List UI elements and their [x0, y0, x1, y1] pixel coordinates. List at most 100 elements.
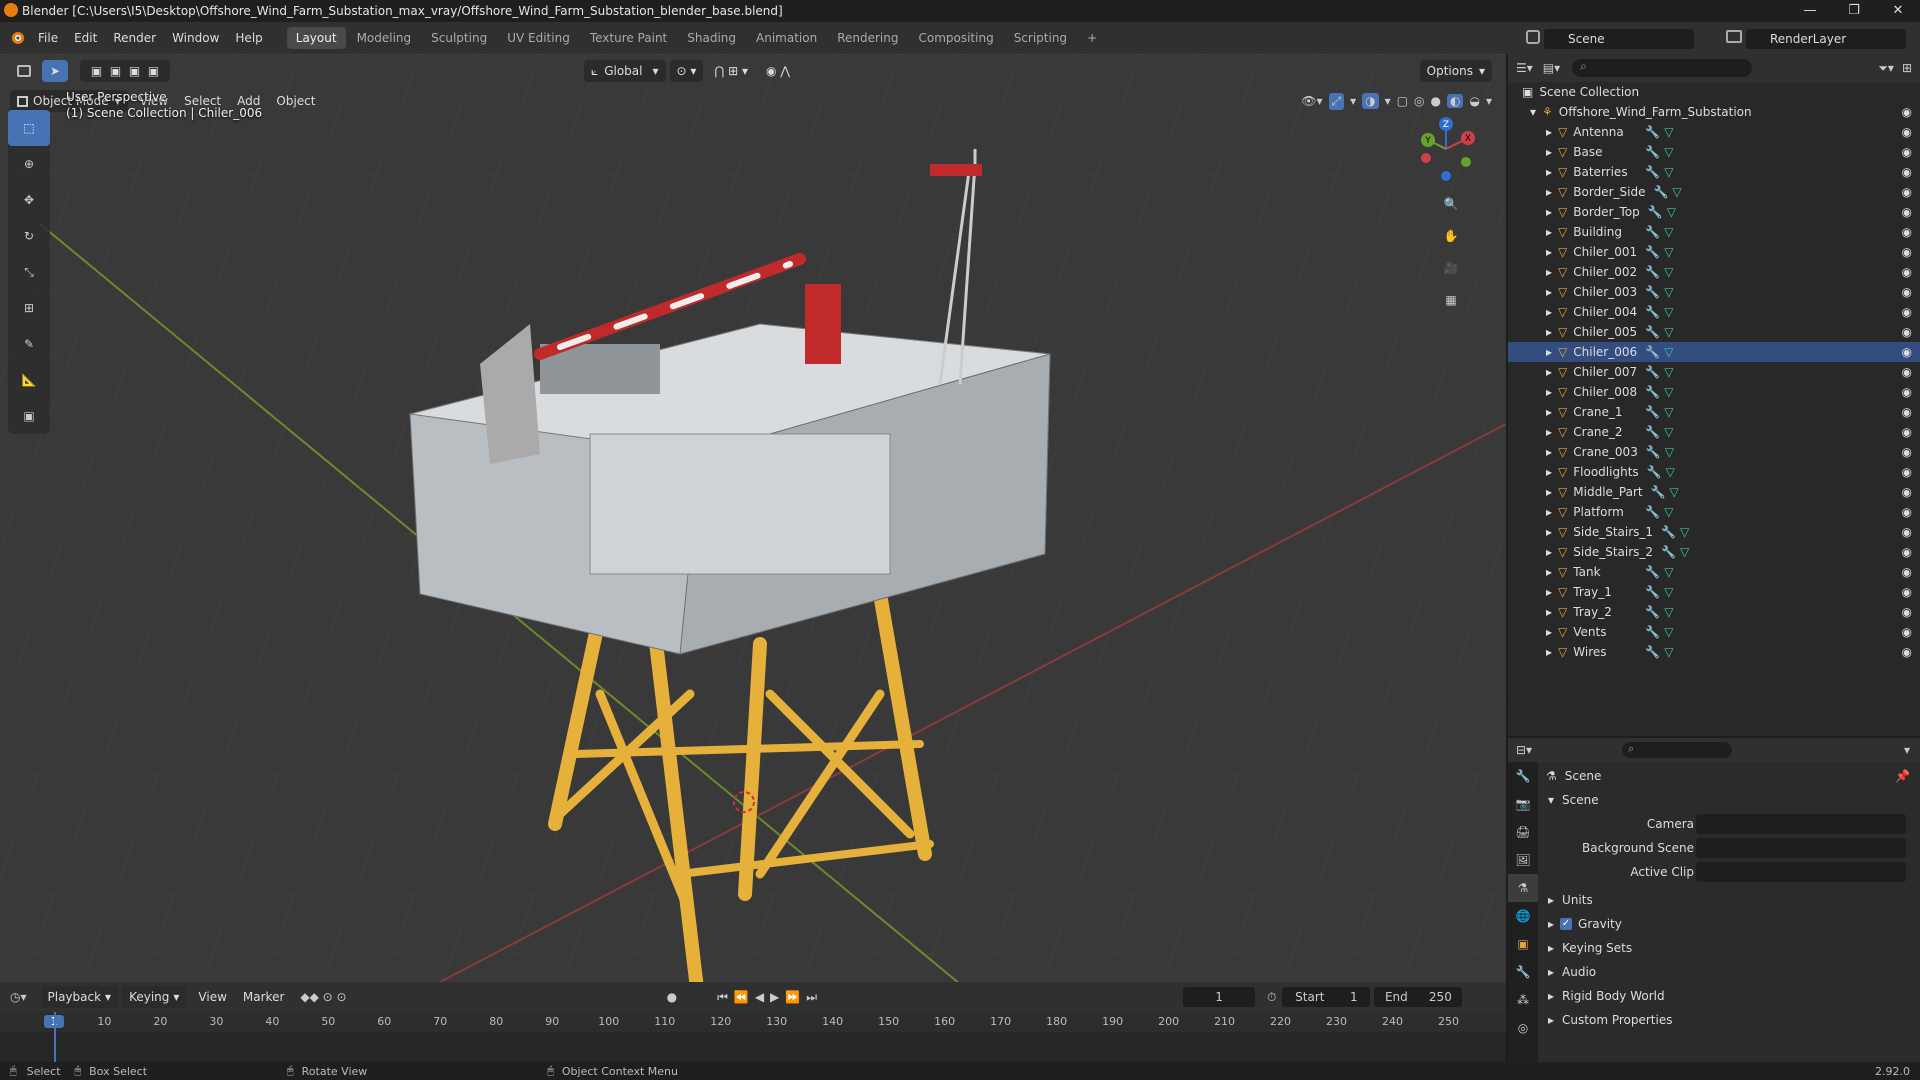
outliner-item[interactable]: ▸ ▽ Border_Top 🔧 ▽ ◉ — [1508, 202, 1920, 222]
rendered-shading-icon[interactable]: ◒ — [1469, 94, 1479, 108]
transform-orientation-dropdown[interactable]: ⟀ Global ▾ — [584, 60, 666, 82]
pin-icon[interactable]: 📌 — [1895, 769, 1910, 783]
select-invert-icon[interactable]: ▣ — [148, 64, 159, 78]
tab-view-layer[interactable]: 🖼 — [1508, 846, 1538, 874]
scene-selector[interactable]: Scene — [1526, 26, 1700, 49]
modifier-wrench-icon[interactable]: 🔧 — [1661, 545, 1676, 559]
annotate-tool[interactable]: ✎ — [8, 326, 50, 362]
minimize-button[interactable]: — — [1788, 0, 1832, 22]
expand-arrow-icon[interactable]: ▸ — [1546, 605, 1552, 619]
eye-icon[interactable]: ◉ — [1902, 225, 1912, 239]
menu-edit[interactable]: Edit — [66, 22, 105, 54]
select-box-tool[interactable]: ⬚ — [8, 110, 50, 146]
tab-output[interactable]: 🖨 — [1508, 818, 1538, 846]
eye-icon[interactable]: ◉ — [1902, 405, 1912, 419]
outliner-item[interactable]: ▸ ▽ Vents 🔧 ▽ ◉ — [1508, 622, 1920, 642]
outliner-item[interactable]: ▸ ▽ Border_Side 🔧 ▽ ◉ — [1508, 182, 1920, 202]
mesh-data-icon[interactable]: ▽ — [1664, 165, 1673, 179]
modifier-wrench-icon[interactable]: 🔧 — [1645, 125, 1660, 139]
expand-arrow-icon[interactable]: ▸ — [1546, 425, 1552, 439]
tab-scripting[interactable]: Scripting — [1005, 27, 1076, 49]
expand-arrow-icon[interactable]: ▸ — [1546, 565, 1552, 579]
mesh-data-icon[interactable]: ▽ — [1666, 465, 1675, 479]
tab-uv-editing[interactable]: UV Editing — [498, 27, 579, 49]
editor-type-button[interactable] — [10, 60, 38, 82]
outliner-item[interactable]: ▸ ▽ Baterries 🔧 ▽ ◉ — [1508, 162, 1920, 182]
record-button[interactable]: ● — [667, 990, 677, 1004]
mesh-data-icon[interactable]: ▽ — [1664, 225, 1673, 239]
modifier-wrench-icon[interactable]: 🔧 — [1645, 245, 1660, 259]
xray-toggle-icon[interactable]: ▢ — [1397, 94, 1408, 108]
tab-shading[interactable]: Shading — [678, 27, 745, 49]
eye-icon[interactable]: ◉ — [1902, 585, 1912, 599]
menu-help[interactable]: Help — [227, 22, 270, 54]
tab-animation[interactable]: Animation — [747, 27, 826, 49]
modifier-wrench-icon[interactable]: 🔧 — [1647, 465, 1662, 479]
eye-icon[interactable]: ◉ — [1902, 505, 1912, 519]
zoom-view-button[interactable]: 🔍 — [1436, 189, 1466, 219]
outliner-item[interactable]: ▸ ▽ Chiler_008 🔧 ▽ ◉ — [1508, 382, 1920, 402]
tab-render[interactable]: 📷 — [1508, 790, 1538, 818]
expand-arrow-icon[interactable]: ▸ — [1546, 225, 1552, 239]
playback-controls[interactable]: ⏮⏪◀▶⏩⏭ — [717, 990, 823, 1005]
camera-view-button[interactable]: 🎥 — [1436, 253, 1466, 283]
camera-field[interactable] — [1696, 814, 1906, 834]
modifier-wrench-icon[interactable]: 🔧 — [1645, 365, 1660, 379]
mesh-data-icon[interactable]: ▽ — [1672, 185, 1681, 199]
clock-icon[interactable]: ⏱ — [1267, 990, 1276, 1005]
timeline-track-area[interactable] — [0, 1032, 1506, 1062]
eye-icon[interactable]: ◉ — [1902, 565, 1912, 579]
outliner-item[interactable]: ▸ ▽ Side_Stairs_1 🔧 ▽ ◉ — [1508, 522, 1920, 542]
overlay-dropdown-icon[interactable]: ▾ — [1385, 94, 1391, 108]
menu-file[interactable]: File — [30, 22, 66, 54]
expand-arrow-icon[interactable]: ▸ — [1546, 485, 1552, 499]
tab-tool[interactable]: 🔧 — [1508, 762, 1538, 790]
modifier-wrench-icon[interactable]: 🔧 — [1645, 305, 1660, 319]
outliner-item[interactable]: ▸ ▽ Chiler_001 🔧 ▽ ◉ — [1508, 242, 1920, 262]
modifier-wrench-icon[interactable]: 🔧 — [1645, 505, 1660, 519]
mesh-data-icon[interactable]: ▽ — [1665, 445, 1674, 459]
tab-modifiers[interactable]: 🔧 — [1508, 958, 1538, 986]
subpanel-gravity[interactable]: ▸ ✓ Gravity — [1538, 912, 1920, 936]
tab-particles[interactable]: ⁂ — [1508, 986, 1538, 1014]
mesh-data-icon[interactable]: ▽ — [1664, 145, 1673, 159]
pan-view-button[interactable]: ✋ — [1436, 221, 1466, 251]
eye-icon[interactable]: ◉ — [1902, 625, 1912, 639]
expand-arrow-icon[interactable]: ▸ — [1546, 365, 1552, 379]
mesh-data-icon[interactable]: ▽ — [1680, 545, 1689, 559]
gizmo-toggle-icon[interactable]: ⤢ — [1328, 92, 1345, 110]
modifier-wrench-icon[interactable]: 🔧 — [1645, 165, 1660, 179]
modifier-wrench-icon[interactable]: 🔧 — [1645, 285, 1660, 299]
expand-arrow-icon[interactable]: ▸ — [1546, 145, 1552, 159]
mesh-data-icon[interactable]: ▽ — [1664, 405, 1673, 419]
outliner-item[interactable]: ▸ ▽ Middle_Part 🔧 ▽ ◉ — [1508, 482, 1920, 502]
modifier-wrench-icon[interactable]: 🔧 — [1645, 625, 1660, 639]
outliner-item[interactable]: ▸ ▽ Platform 🔧 ▽ ◉ — [1508, 502, 1920, 522]
add-cube-tool[interactable]: ▣ — [8, 398, 50, 434]
mesh-data-icon[interactable]: ▽ — [1664, 645, 1673, 659]
subpanel-custom-properties[interactable]: ▸ Custom Properties — [1538, 1008, 1920, 1032]
eye-icon[interactable]: ◉ — [1902, 345, 1912, 359]
expand-arrow-icon[interactable]: ▸ — [1546, 245, 1552, 259]
timeline-editor-icon[interactable]: ◷▾ — [10, 990, 27, 1004]
menu-window[interactable]: Window — [164, 22, 227, 54]
properties-editor-icon[interactable]: ⊟▾ — [1516, 743, 1532, 757]
playback-dropdown[interactable]: Playback ▾ — [40, 986, 119, 1008]
mesh-data-icon[interactable]: ▽ — [1664, 425, 1673, 439]
perspective-toggle-button[interactable]: ▦ — [1436, 285, 1466, 315]
scale-tool[interactable]: ⤡ — [8, 254, 50, 290]
modifier-wrench-icon[interactable]: 🔧 — [1645, 345, 1660, 359]
modifier-wrench-icon[interactable]: 🔧 — [1653, 185, 1668, 199]
gizmo-dropdown-icon[interactable]: ▾ — [1350, 94, 1356, 108]
expand-arrow-icon[interactable]: ▸ — [1546, 585, 1552, 599]
expand-arrow-icon[interactable]: ▸ — [1546, 265, 1552, 279]
mesh-data-icon[interactable]: ▽ — [1664, 125, 1673, 139]
mesh-data-icon[interactable]: ▽ — [1680, 525, 1689, 539]
outliner-item[interactable]: ▸ ▽ Chiler_002 🔧 ▽ ◉ — [1508, 262, 1920, 282]
mesh-data-icon[interactable]: ▽ — [1667, 205, 1676, 219]
subpanel-keying-sets[interactable]: ▸ Keying Sets — [1538, 936, 1920, 960]
modifier-wrench-icon[interactable]: 🔧 — [1651, 485, 1666, 499]
mesh-data-icon[interactable]: ▽ — [1664, 585, 1673, 599]
subpanel-units[interactable]: ▸ Units — [1538, 888, 1920, 912]
eye-icon[interactable]: ◉ — [1902, 185, 1912, 199]
